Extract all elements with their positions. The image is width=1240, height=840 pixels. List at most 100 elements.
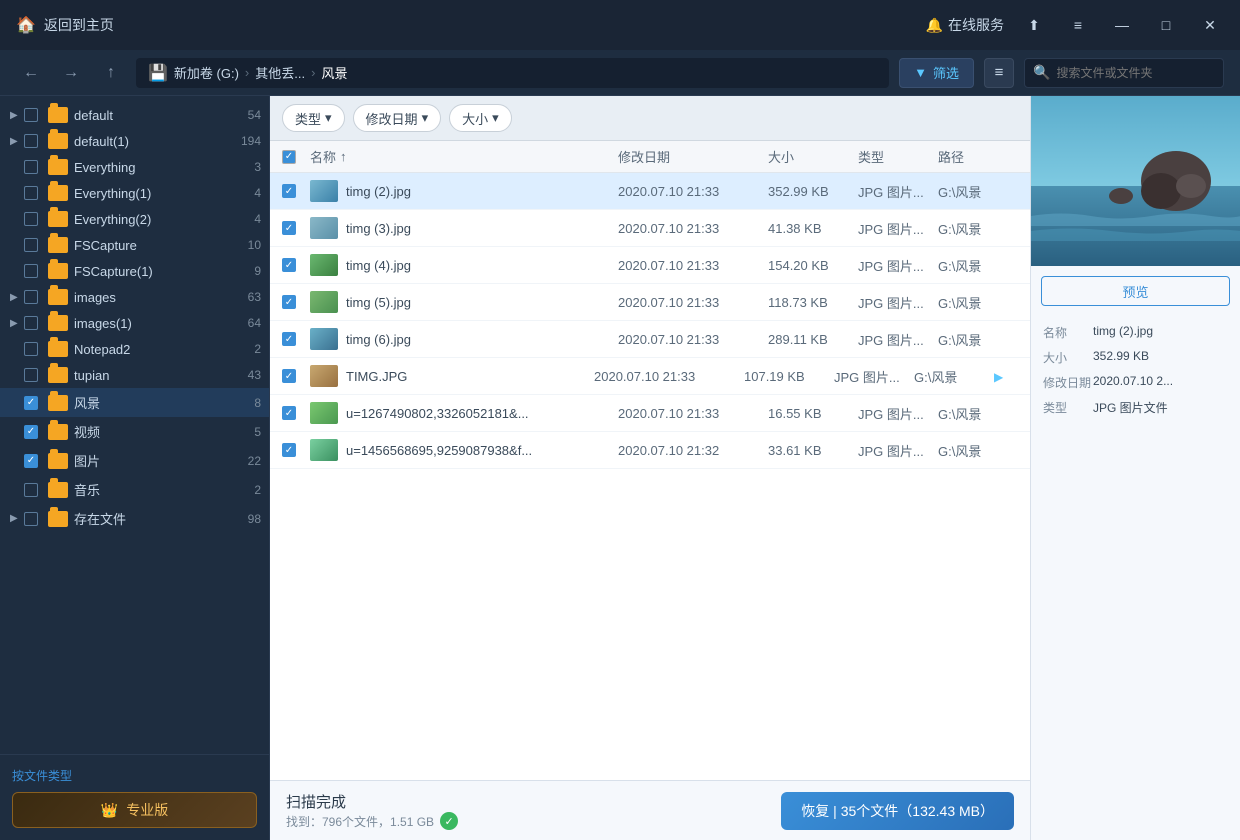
- info-name-value: timg (2).jpg: [1093, 324, 1228, 341]
- folder-icon: [48, 185, 68, 201]
- pro-version-button[interactable]: 👑 专业版: [12, 792, 257, 828]
- file-path: G:\风景: [938, 256, 1018, 275]
- sidebar-item-label: Everything(1): [74, 186, 248, 201]
- maximize-button[interactable]: □: [1152, 11, 1180, 39]
- share-button[interactable]: ⬆: [1020, 11, 1048, 39]
- filter-size-label: 大小: [462, 109, 488, 128]
- sidebar-checkbox-default1[interactable]: [24, 134, 38, 148]
- minimize-button[interactable]: —: [1108, 11, 1136, 39]
- status-title: 扫描完成: [286, 791, 781, 812]
- search-input[interactable]: [1056, 66, 1215, 80]
- header-name: 名称 ↑: [310, 147, 618, 166]
- sidebar-checkbox-everything2[interactable]: [24, 212, 38, 226]
- row-checkbox[interactable]: ✓: [282, 295, 296, 309]
- right-panel: 预览 名称 timg (2).jpg 大小 352.99 KB 修改日期 202…: [1030, 96, 1240, 840]
- path-bar[interactable]: 💾 新加卷 (G:) › 其他丢... › 风景: [136, 58, 889, 88]
- sidebar-checkbox-notepad2[interactable]: [24, 342, 38, 356]
- file-date: 2020.07.10 21:33: [618, 258, 768, 273]
- row-checkbox[interactable]: ✓: [282, 369, 296, 383]
- header-check[interactable]: ✓: [282, 150, 310, 164]
- folder-icon: [48, 289, 68, 305]
- info-size-value: 352.99 KB: [1093, 349, 1228, 366]
- file-type-link[interactable]: 按文件类型: [12, 763, 257, 792]
- row-checkbox[interactable]: ✓: [282, 332, 296, 346]
- sidebar-item-count: 194: [241, 134, 261, 148]
- sidebar-checkbox-images[interactable]: [24, 290, 38, 304]
- sidebar-item-shipin[interactable]: ✓ 视频 5: [0, 417, 269, 446]
- row-checkbox[interactable]: ✓: [282, 406, 296, 420]
- sidebar-item-default1[interactable]: ▶ default(1) 194: [0, 128, 269, 154]
- table-row[interactable]: ✓ timg (2).jpg 2020.07.10 21:33 352.99 K…: [270, 173, 1030, 210]
- sidebar-item-cunzai[interactable]: ▶ 存在文件 98: [0, 504, 269, 533]
- sidebar-item-everything2[interactable]: Everything(2) 4: [0, 206, 269, 232]
- play-icon[interactable]: ▶: [994, 370, 1003, 384]
- sidebar-item-fscapture[interactable]: FSCapture 10: [0, 232, 269, 258]
- sidebar-item-yinyue[interactable]: 音乐 2: [0, 475, 269, 504]
- filter-type-button[interactable]: 类型 ▾: [282, 104, 345, 132]
- sidebar-checkbox-everything[interactable]: [24, 160, 38, 174]
- sidebar: ▶ default 54 ▶ default(1) 194 Everything: [0, 96, 270, 840]
- file-list-container: ✓ 名称 ↑ 修改日期 大小 类型 路径 ✓ timg (2).jpg 2020…: [270, 141, 1030, 780]
- restore-button[interactable]: 恢复 | 35个文件（132.43 MB）: [781, 792, 1014, 830]
- sidebar-checkbox-fengjing[interactable]: ✓: [24, 396, 38, 410]
- file-date: 2020.07.10 21:33: [618, 406, 768, 421]
- table-row[interactable]: ✓ timg (6).jpg 2020.07.10 21:33 289.11 K…: [270, 321, 1030, 358]
- sidebar-item-everything[interactable]: Everything 3: [0, 154, 269, 180]
- sidebar-checkbox-cunzai[interactable]: [24, 512, 38, 526]
- filter-size-button[interactable]: 大小 ▾: [449, 104, 512, 132]
- close-button[interactable]: ✕: [1196, 11, 1224, 39]
- filter-button[interactable]: ▼ 筛选: [899, 58, 974, 88]
- expand-icon: ▶: [10, 292, 24, 303]
- sidebar-item-images1[interactable]: ▶ images(1) 64: [0, 310, 269, 336]
- sidebar-checkbox-tupian[interactable]: [24, 368, 38, 382]
- sidebar-item-everything1[interactable]: Everything(1) 4: [0, 180, 269, 206]
- up-button[interactable]: ↑: [96, 58, 126, 88]
- sidebar-item-tupian[interactable]: tupian 43: [0, 362, 269, 388]
- sidebar-checkbox-images1[interactable]: [24, 316, 38, 330]
- back-button[interactable]: ←: [16, 58, 46, 88]
- file-path: G:\风景: [938, 219, 1018, 238]
- sidebar-checkbox-default[interactable]: [24, 108, 38, 122]
- file-list-header: ✓ 名称 ↑ 修改日期 大小 类型 路径: [270, 141, 1030, 173]
- row-checkbox[interactable]: ✓: [282, 443, 296, 457]
- view-toggle-button[interactable]: ≡: [984, 58, 1014, 88]
- sidebar-item-notepad2[interactable]: Notepad2 2: [0, 336, 269, 362]
- file-size: 16.55 KB: [768, 406, 858, 421]
- menu-button[interactable]: ≡: [1064, 11, 1092, 39]
- online-service-btn[interactable]: 🔔 在线服务: [926, 15, 1004, 35]
- file-type: JPG 图片...: [858, 219, 938, 238]
- row-checkbox[interactable]: ✓: [282, 221, 296, 235]
- table-row[interactable]: ✓ timg (3).jpg 2020.07.10 21:33 41.38 KB…: [270, 210, 1030, 247]
- sidebar-item-fengjing[interactable]: ✓ 风景 8: [0, 388, 269, 417]
- sidebar-item-count: 10: [248, 238, 261, 252]
- table-row[interactable]: ✓ timg (4).jpg 2020.07.10 21:33 154.20 K…: [270, 247, 1030, 284]
- sidebar-checkbox-shipin[interactable]: ✓: [24, 425, 38, 439]
- info-date-label: 修改日期: [1043, 374, 1093, 391]
- sidebar-checkbox-everything1[interactable]: [24, 186, 38, 200]
- sidebar-checkbox-yinyue[interactable]: [24, 483, 38, 497]
- sidebar-item-tupian2[interactable]: ✓ 图片 22: [0, 446, 269, 475]
- sidebar-item-images[interactable]: ▶ images 63: [0, 284, 269, 310]
- table-row[interactable]: ✓ u=1456568695,9259087938&f... 2020.07.1…: [270, 432, 1030, 469]
- sort-icon[interactable]: ↑: [340, 149, 347, 164]
- row-checkbox[interactable]: ✓: [282, 184, 296, 198]
- status-sub-text: 找到：796个文件，1.51 GB: [286, 813, 434, 830]
- sidebar-item-fscapture1[interactable]: FSCapture(1) 9: [0, 258, 269, 284]
- info-row-date: 修改日期 2020.07.10 2...: [1043, 374, 1228, 391]
- table-row[interactable]: ✓ TIMG.JPG 2020.07.10 21:33 107.19 KB JP…: [270, 358, 1030, 395]
- sidebar-checkbox-fscapture[interactable]: [24, 238, 38, 252]
- home-label[interactable]: 返回到主页: [44, 15, 114, 35]
- filter-date-button[interactable]: 修改日期 ▾: [353, 104, 442, 132]
- preview-button[interactable]: 预览: [1041, 276, 1230, 306]
- table-row[interactable]: ✓ u=1267490802,3326052181&... 2020.07.10…: [270, 395, 1030, 432]
- sidebar-checkbox-tupian2[interactable]: ✓: [24, 454, 38, 468]
- file-date: 2020.07.10 21:33: [618, 221, 768, 236]
- row-checkbox[interactable]: ✓: [282, 258, 296, 272]
- sidebar-item-default[interactable]: ▶ default 54: [0, 102, 269, 128]
- table-row[interactable]: ✓ timg (5).jpg 2020.07.10 21:33 118.73 K…: [270, 284, 1030, 321]
- sidebar-checkbox-fscapture1[interactable]: [24, 264, 38, 278]
- forward-button[interactable]: →: [56, 58, 86, 88]
- file-name: timg (5).jpg: [346, 295, 411, 310]
- sidebar-item-label: default(1): [74, 134, 235, 149]
- sidebar-item-count: 3: [254, 160, 261, 174]
